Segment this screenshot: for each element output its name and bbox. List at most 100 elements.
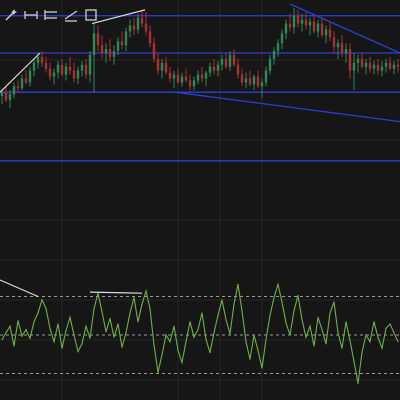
candle-body: [348, 49, 352, 71]
oscillator-point: [345, 321, 347, 323]
candle-body: [176, 74, 180, 83]
candle-body: [16, 86, 20, 89]
candle-body: [352, 62, 356, 71]
candle-body: [360, 58, 364, 67]
oscillator-point: [105, 331, 107, 333]
oscillator-point: [17, 320, 19, 322]
oscillator-point: [333, 301, 335, 303]
candle-body: [4, 92, 8, 101]
oscillator-point: [13, 345, 15, 347]
horizontal-line-tool-icon: [23, 10, 38, 19]
oscillator-pane[interactable]: [0, 279, 400, 384]
candle-body: [80, 64, 84, 71]
oscillator-point: [33, 321, 35, 323]
oscillator-point: [213, 332, 215, 334]
oscillator-point: [125, 332, 127, 334]
candle-body: [380, 66, 384, 71]
candle-body: [120, 41, 124, 46]
oscillator-point: [73, 334, 75, 336]
candle-body: [200, 74, 204, 79]
candle-body: [112, 51, 116, 57]
candle-body: [304, 19, 308, 26]
oscillator-point: [153, 344, 155, 346]
candle-body: [24, 78, 28, 83]
oscillator-point: [317, 316, 319, 318]
candle-body: [56, 64, 60, 73]
price-pane[interactable]: [0, 3, 400, 162]
candle-body: [140, 17, 144, 24]
oscillator-point: [397, 341, 399, 343]
candle-body: [240, 74, 244, 83]
oscillator-point: [61, 347, 63, 349]
candle-body: [100, 45, 104, 53]
candle-body: [332, 37, 336, 48]
oscillator-point: [181, 361, 183, 364]
oscillator-point: [189, 321, 191, 323]
oscillator-point: [353, 360, 355, 362]
oscillator-point: [265, 338, 267, 340]
candle-body: [248, 78, 252, 85]
candle-body: [76, 70, 80, 79]
oscillator-point: [249, 358, 251, 360]
horizontal-line-tool-button[interactable]: [22, 6, 39, 23]
oscillator-point: [93, 308, 95, 310]
oscillator-point: [237, 283, 239, 285]
oscillator-point: [53, 341, 55, 343]
annotation-line: [0, 279, 39, 298]
oscillator-point: [365, 334, 367, 336]
candle-body: [92, 33, 96, 55]
oscillator-point: [293, 310, 295, 312]
chart-canvas[interactable]: [0, 0, 400, 400]
candle-body: [260, 82, 264, 87]
oscillator-point: [377, 336, 379, 338]
candle-body: [128, 25, 132, 32]
oscillator-point: [85, 325, 87, 327]
oscillator-point: [197, 328, 199, 331]
magic-wand-tool-button[interactable]: [2, 6, 19, 23]
candle-body: [44, 62, 48, 69]
oscillator-point: [281, 301, 283, 303]
candle-body: [216, 64, 220, 71]
candle-body: [12, 86, 16, 95]
oscillator-point: [205, 338, 207, 340]
candle-body: [124, 31, 128, 46]
candle-body: [144, 23, 148, 32]
horizontal-channel-tool-button[interactable]: [42, 6, 59, 23]
trend-line: [174, 91, 400, 123]
oscillator-point: [361, 352, 363, 354]
oscillator-point: [357, 382, 359, 384]
candle-body: [68, 66, 72, 71]
candle-body: [196, 74, 200, 81]
extended-line-tool-button[interactable]: [62, 6, 79, 23]
oscillator-point: [277, 283, 279, 285]
candle-body: [272, 51, 276, 59]
oscillator-point: [177, 349, 179, 351]
oscillator-point: [9, 325, 11, 327]
candle-body: [180, 76, 184, 83]
oscillator-point: [89, 337, 91, 339]
oscillator-point: [273, 297, 275, 299]
candle-body: [8, 94, 12, 101]
oscillator-point: [109, 317, 111, 320]
oscillator-point: [77, 350, 79, 353]
candle-body: [396, 64, 400, 67]
oscillator-point: [261, 367, 263, 369]
oscillator-point: [121, 346, 123, 348]
oscillator-point: [389, 323, 391, 325]
oscillator-point: [285, 322, 287, 324]
oscillator-point: [393, 332, 395, 334]
candle-body: [52, 72, 56, 77]
oscillator-point: [145, 290, 147, 292]
candle-body: [232, 54, 236, 65]
rectangle-tool-button[interactable]: [82, 6, 99, 23]
oscillator-point: [49, 327, 51, 329]
candle-body: [276, 43, 280, 52]
oscillator-point: [165, 334, 167, 336]
candle-body: [132, 25, 136, 30]
candle-body: [376, 64, 380, 71]
rectangle-tool-icon: [84, 8, 97, 21]
candle-body: [36, 56, 40, 63]
candle-body: [148, 31, 152, 44]
oscillator-point: [209, 352, 211, 354]
candle-body: [164, 62, 168, 73]
